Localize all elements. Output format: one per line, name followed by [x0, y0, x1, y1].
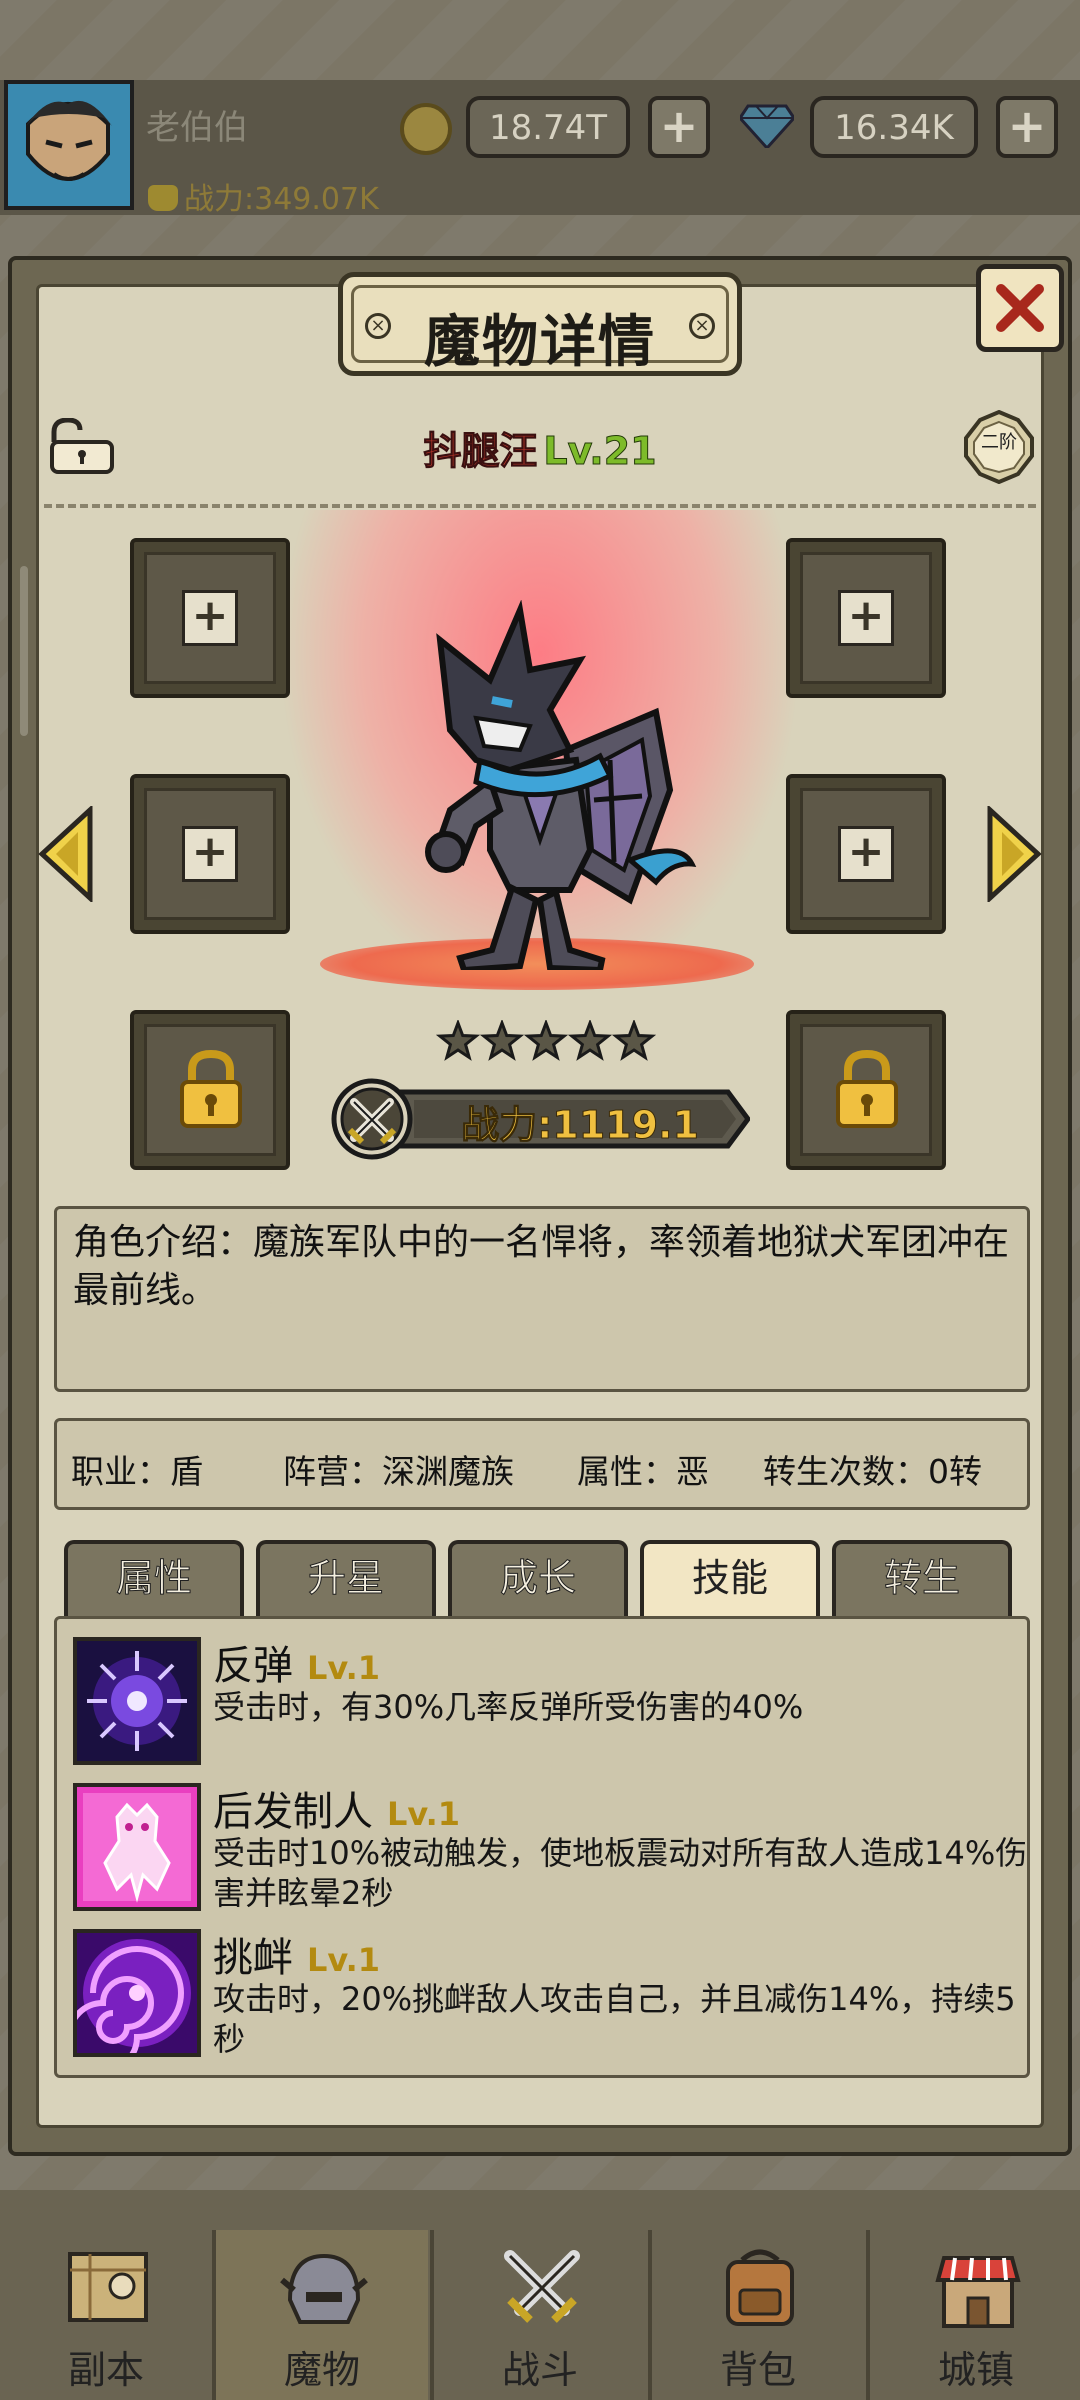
lock-icon	[836, 1049, 898, 1128]
monster-level: Lv.21	[543, 429, 657, 474]
player-power: 战力:349.07K	[148, 174, 379, 218]
map-scroll-icon	[68, 2252, 148, 2322]
monster-name: 抖腿汪	[423, 429, 538, 474]
equip-slot-4[interactable]: +	[786, 774, 946, 934]
equip-slot-3[interactable]: +	[130, 774, 290, 934]
close-button[interactable]	[976, 264, 1064, 352]
add-diamond-button[interactable]: +	[996, 96, 1058, 158]
diamond-amount: 16.34K	[810, 96, 978, 158]
job-info: 职业：盾	[71, 1452, 203, 1491]
add-equip-icon: +	[838, 590, 894, 646]
divider	[44, 504, 1036, 508]
nav-town[interactable]: 城镇	[870, 2230, 1080, 2400]
dialog-title-banner: × × 魔物详情	[338, 272, 742, 376]
nav-town-label: 城镇	[937, 2348, 1014, 2392]
tab-growth[interactable]: 成长	[448, 1540, 628, 1620]
nav-monster[interactable]: 魔物	[216, 2230, 428, 2400]
nav-dungeon-label: 副本	[67, 2348, 144, 2392]
nav-battle[interactable]: 战斗	[434, 2230, 646, 2400]
equip-slot-2[interactable]: +	[786, 538, 946, 698]
helmet-icon	[280, 2253, 368, 2324]
star-icon	[611, 1020, 656, 1061]
nav-battle-label: 战斗	[501, 2348, 578, 2392]
pink-figure-icon[interactable]	[73, 1783, 201, 1911]
tab-star-up[interactable]: 升星	[256, 1540, 436, 1620]
skill-2-name: 后发制人 Lv.1	[213, 1779, 460, 1837]
player-avatar[interactable]	[4, 80, 134, 210]
skill-3-title: 挑衅	[213, 1935, 293, 1981]
nav-dungeon[interactable]: 副本	[0, 2230, 212, 2400]
tab-skills[interactable]: 技能	[640, 1540, 820, 1620]
monster-portrait	[425, 600, 697, 970]
star-icon	[523, 1020, 569, 1061]
skill-3-name: 挑衅 Lv.1	[213, 1925, 380, 1983]
monster-description: 角色介绍：魔族军队中的一名悍将，率领着地狱犬军团冲在最前线。	[54, 1206, 1030, 1392]
prev-monster-arrow-icon[interactable]	[38, 806, 94, 902]
add-equip-icon: +	[182, 590, 238, 646]
star-icon	[567, 1020, 613, 1061]
dialog-title: 魔物详情	[424, 310, 656, 375]
diamond-icon	[740, 104, 794, 148]
monster-title: 抖腿汪 Lv.21	[0, 420, 1080, 475]
skills-panel: 反弹 Lv.1 受击时，有30%几率反弹所受伤害的40% 后发制人 Lv.1 受击时…	[54, 1616, 1030, 2078]
camp-info: 阵营：深渊魔族	[283, 1452, 514, 1491]
skill-1-name: 反弹 Lv.1	[213, 1633, 380, 1691]
skill-1-title: 反弹	[213, 1643, 293, 1689]
equip-slot-5-locked[interactable]	[130, 1010, 290, 1170]
gold-coin-icon	[400, 103, 452, 155]
star-rating	[436, 1020, 656, 1061]
skill-3-desc: 攻击时，20%挑衅敌人攻击自己，并且减伤14%，持续5秒	[213, 1980, 1016, 2058]
add-gold-button[interactable]: +	[648, 96, 710, 158]
close-icon	[996, 284, 1044, 332]
attribute-info: 属性：恶	[577, 1452, 709, 1491]
player-name: 老伯伯	[146, 108, 248, 148]
next-monster-arrow-icon[interactable]	[986, 806, 1042, 902]
tab-attributes[interactable]: 属性	[64, 1540, 244, 1620]
grade-label: 二阶	[981, 432, 1017, 453]
star-icon	[479, 1020, 525, 1061]
spiked-orb-icon[interactable]	[73, 1637, 201, 1765]
lock-icon	[180, 1049, 242, 1128]
gold-amount: 18.74T	[466, 96, 630, 158]
skill-2-level: Lv.1	[387, 1795, 461, 1833]
rebirth-info: 转生次数：0转	[763, 1452, 982, 1491]
equip-slot-1[interactable]: +	[130, 538, 290, 698]
tab-rebirth[interactable]: 转生	[832, 1540, 1012, 1620]
vortex-icon[interactable]	[73, 1929, 201, 2057]
power-bag-icon	[148, 185, 178, 211]
monster-info-row: 职业：盾 阵营：深渊魔族 属性：恶 转生次数：0转	[54, 1418, 1030, 1510]
skill-3-level: Lv.1	[307, 1941, 381, 1979]
add-equip-icon: +	[838, 826, 894, 882]
nav-backpack-label: 背包	[719, 2348, 796, 2392]
skill-1-level: Lv.1	[307, 1649, 381, 1687]
nav-monster-label: 魔物	[283, 2348, 360, 2392]
nav-backpack[interactable]: 背包	[652, 2230, 864, 2400]
star-icon	[436, 1020, 481, 1061]
skill-1-desc: 受击时，有30%几率反弹所受伤害的40%	[213, 1688, 804, 1726]
equip-slot-6-locked[interactable]	[786, 1010, 946, 1170]
monster-power: 战力:1119.1	[461, 1103, 700, 1148]
backpack-icon	[726, 2249, 794, 2326]
skill-2-desc: 受击时10%被动触发，使地板震动对所有敌人造成14%伤害并眩晕2秒	[213, 1834, 1028, 1912]
shop-building-icon	[935, 2256, 1021, 2328]
skill-2-title: 后发制人	[213, 1789, 373, 1835]
add-equip-icon: +	[182, 826, 238, 882]
crossed-swords-icon	[504, 2250, 580, 2323]
panel-scrollbar[interactable]	[20, 566, 28, 736]
player-power-text: 战力:349.07K	[184, 182, 379, 217]
